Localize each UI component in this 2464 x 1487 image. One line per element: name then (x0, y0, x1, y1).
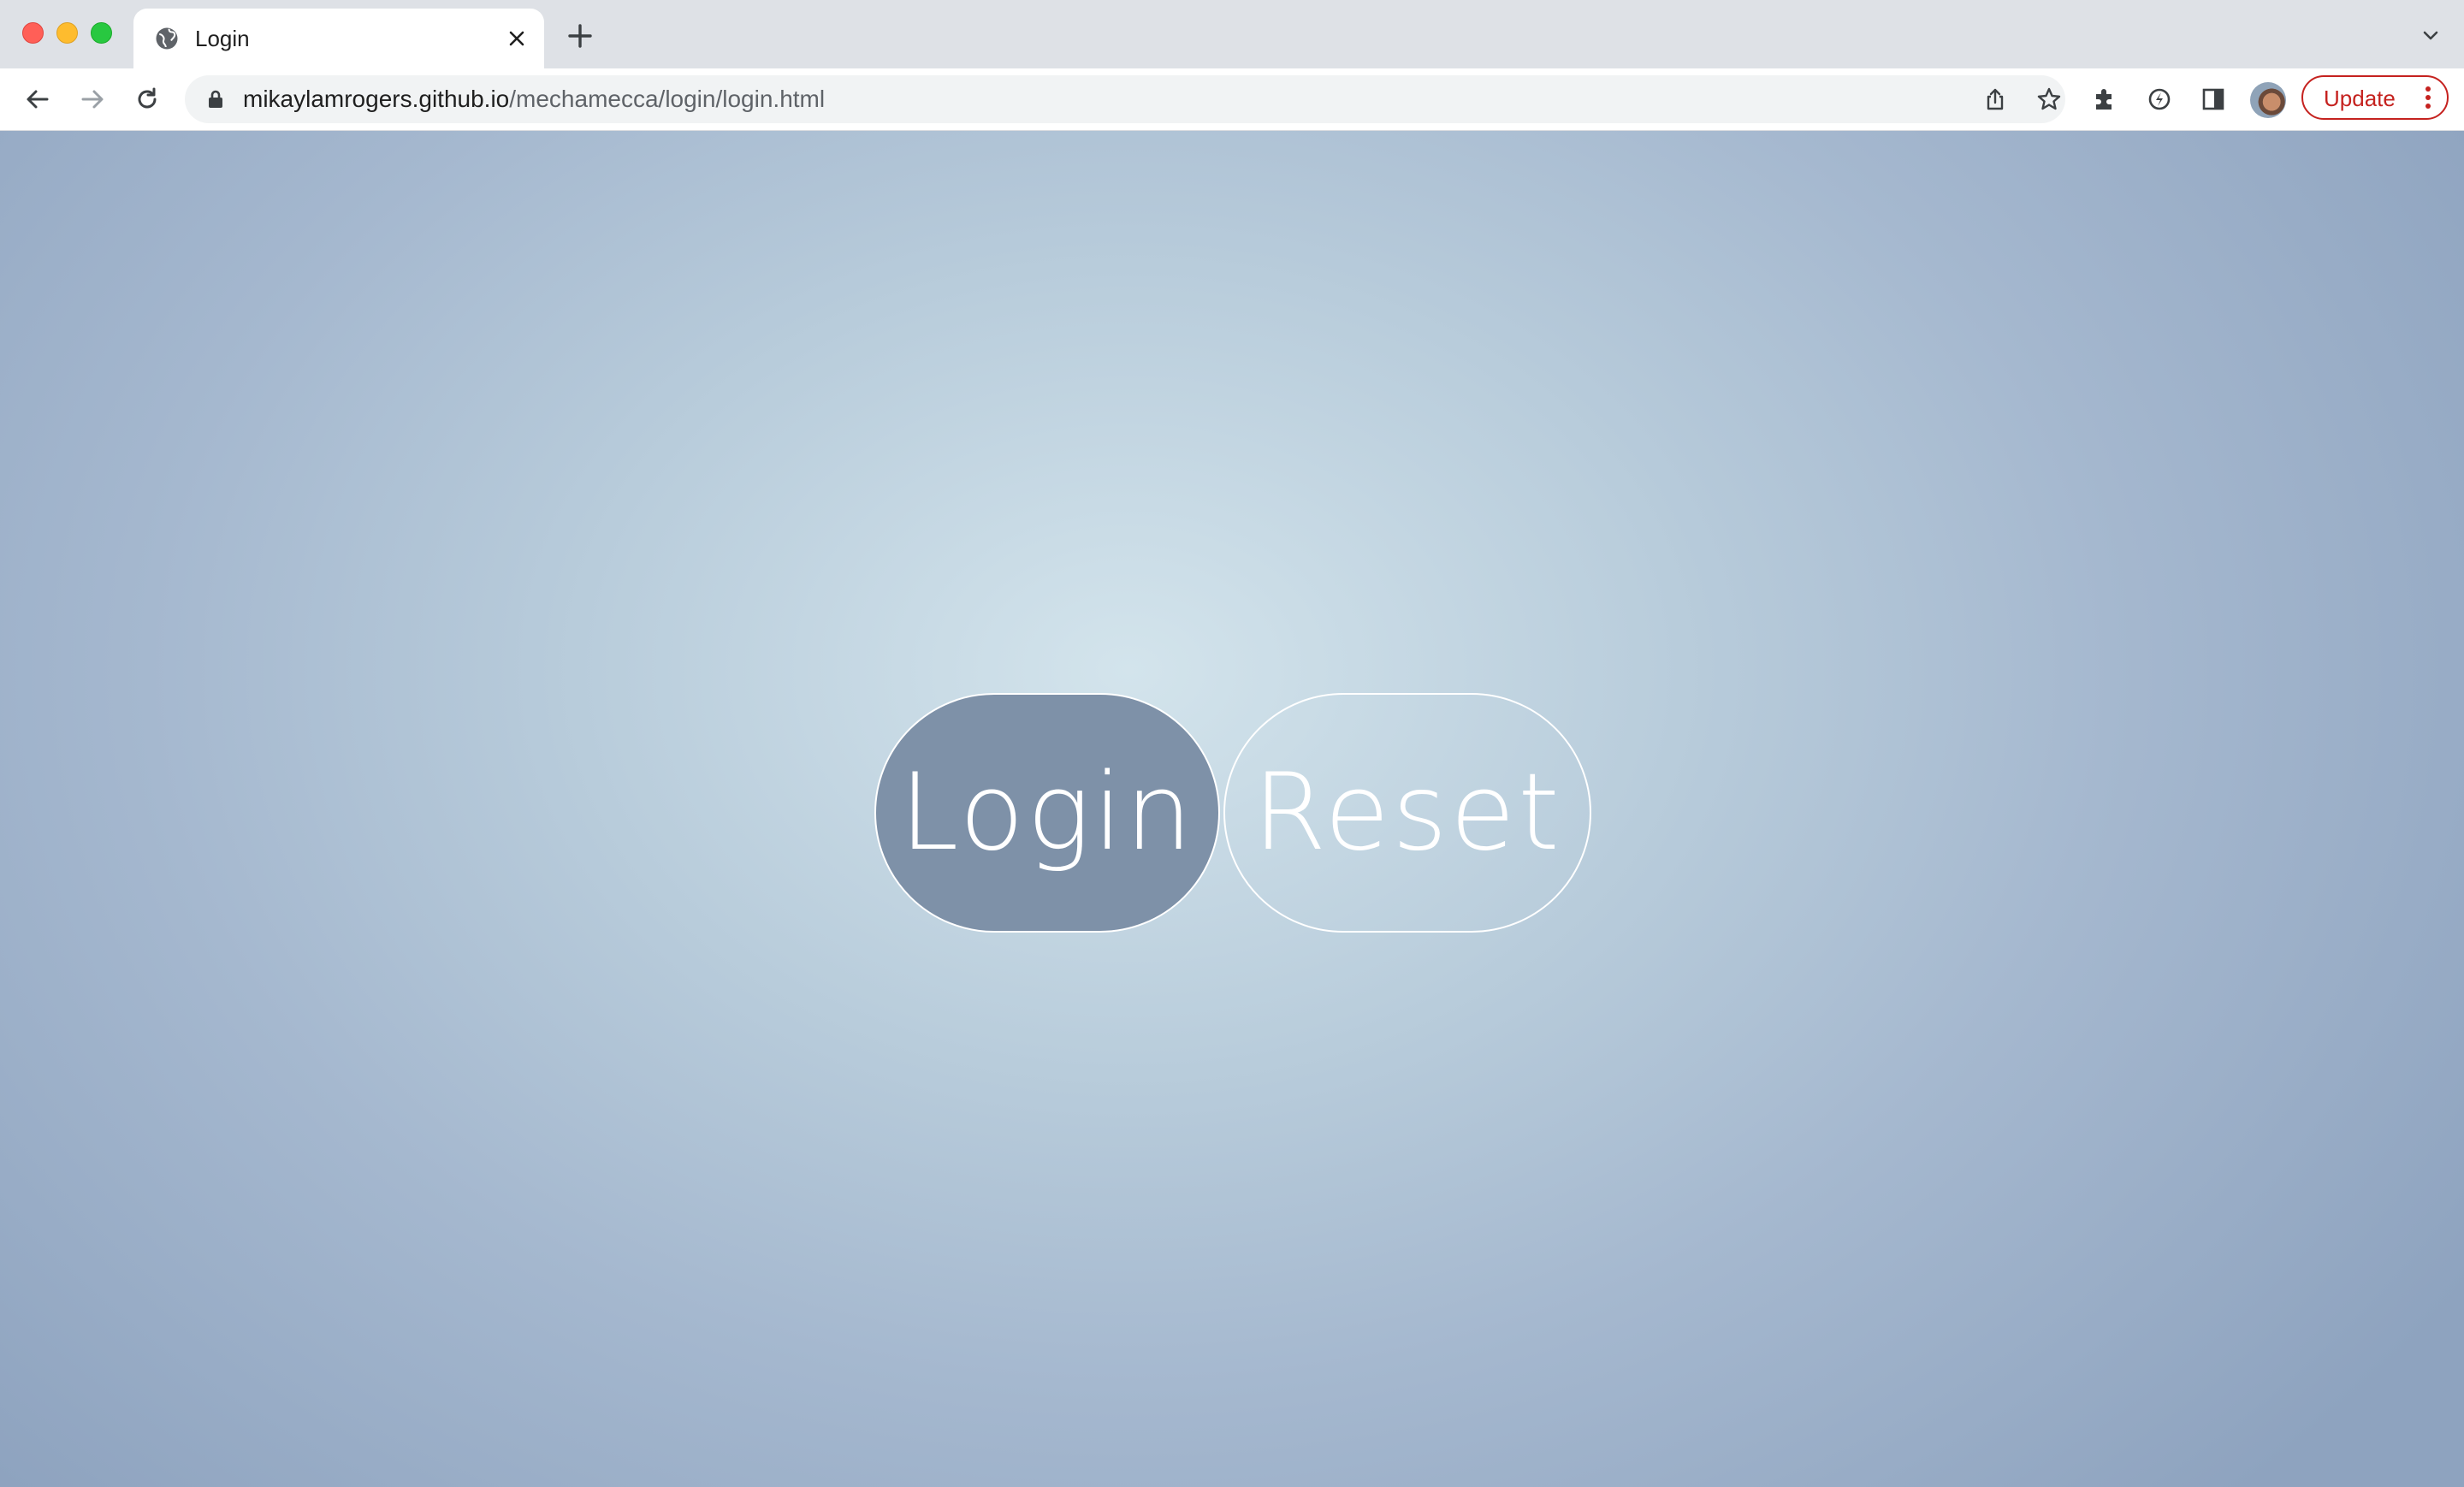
update-button[interactable]: Update (2301, 75, 2449, 120)
share-icon[interactable] (1981, 86, 2009, 113)
tab-strip: Login (0, 0, 2464, 68)
browser-toolbar: mikaylamrogers.github.io/mechamecca/logi… (0, 68, 2464, 131)
close-window-button[interactable] (22, 22, 44, 44)
reload-icon[interactable] (130, 82, 164, 116)
arrow-left-icon[interactable] (21, 82, 55, 116)
minimize-window-button[interactable] (56, 22, 78, 44)
leaf-bolt-icon[interactable] (2142, 82, 2177, 116)
more-vert-icon[interactable] (2418, 84, 2438, 111)
page-content: Login Reset (0, 131, 2464, 1487)
tab-login[interactable]: Login (133, 9, 544, 68)
close-icon[interactable] (503, 25, 530, 52)
login-button[interactable]: Login (874, 693, 1220, 933)
avatar[interactable] (2250, 82, 2286, 118)
tab-title: Login (195, 26, 250, 51)
update-label: Update (2324, 86, 2396, 111)
chevron-down-icon[interactable] (2418, 22, 2443, 48)
plus-icon[interactable] (565, 21, 595, 51)
address-bar[interactable]: mikaylamrogers.github.io/mechamecca/logi… (185, 75, 2065, 123)
url-text[interactable]: mikaylamrogers.github.io/mechamecca/logi… (243, 86, 825, 113)
star-icon[interactable] (2035, 86, 2063, 113)
arrow-right-icon[interactable] (75, 82, 110, 116)
puzzle-icon[interactable] (2088, 82, 2122, 116)
url-path: /mechamecca/login/login.html (509, 86, 826, 112)
reset-button[interactable]: Reset (1223, 693, 1591, 933)
lock-icon[interactable] (205, 89, 226, 110)
side-panel-icon[interactable] (2196, 82, 2230, 116)
zoom-window-button[interactable] (91, 22, 112, 44)
url-host: mikaylamrogers.github.io (243, 86, 510, 112)
globe-icon (154, 26, 180, 51)
browser-window: Login mikaylamrogers.github.io/mechamecc… (0, 0, 2464, 1487)
